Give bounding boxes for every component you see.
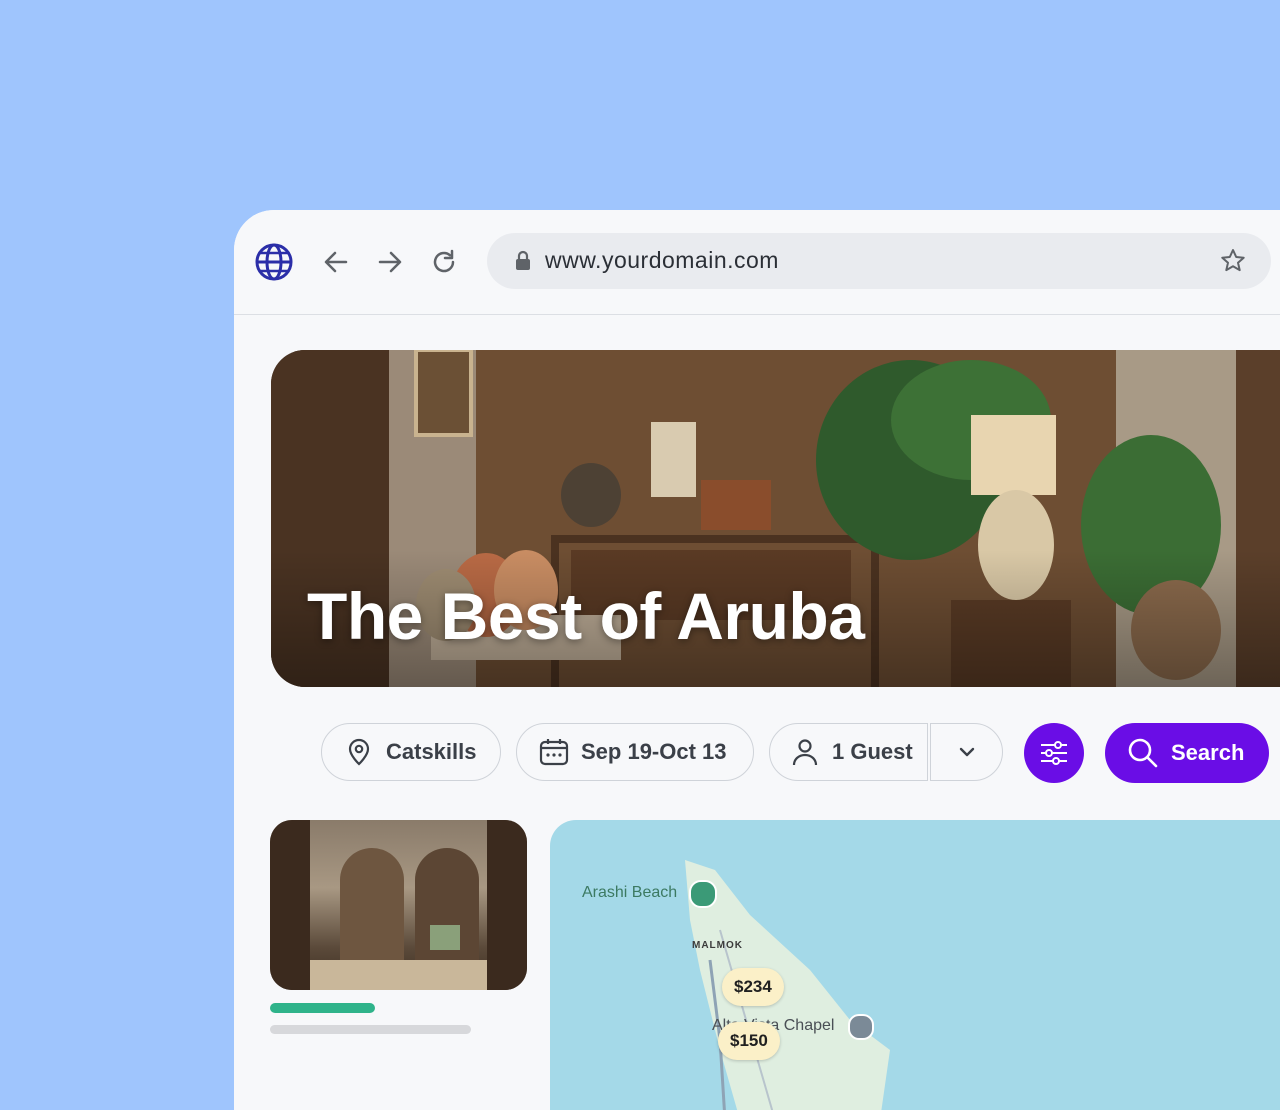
back-arrow-icon[interactable] [316, 242, 356, 282]
star-icon[interactable] [1219, 247, 1247, 275]
map-view[interactable]: Arashi Beach MALMOK Alto Vista Chapel $2… [550, 820, 1280, 1110]
lock-icon [511, 249, 535, 273]
listing-image[interactable] [270, 820, 527, 990]
person-icon [788, 735, 822, 769]
rating-bar [270, 1003, 375, 1013]
map-label-beach: Arashi Beach [582, 884, 678, 901]
reload-icon[interactable] [424, 242, 464, 282]
search-label: Search [1171, 740, 1245, 765]
hero-banner: The Best of Aruba [271, 350, 1280, 687]
url-text[interactable]: www.yourdomain.com [545, 247, 779, 274]
calendar-icon [537, 735, 571, 769]
search-button[interactable]: Search [1105, 723, 1269, 783]
price-marker[interactable]: $150 [718, 1022, 780, 1060]
search-icon [1127, 737, 1159, 769]
map-pin-icon [342, 735, 376, 769]
location-filter[interactable]: Catskills [321, 723, 501, 781]
sliders-icon [1038, 737, 1070, 769]
location-value: Catskills [386, 739, 477, 764]
map-label-district: MALMOK [692, 940, 743, 951]
date-filter[interactable]: Sep 19-Oct 13 [516, 723, 754, 781]
chapel-pin-icon[interactable] [848, 1014, 874, 1040]
address-bar[interactable]: www.yourdomain.com [487, 233, 1271, 289]
price-marker[interactable]: $234 [722, 968, 784, 1006]
hero-title: The Best of Aruba [307, 579, 865, 653]
date-value: Sep 19-Oct 13 [581, 739, 727, 764]
chevron-down-icon [956, 741, 978, 763]
browser-toolbar: www.yourdomain.com [234, 210, 1280, 315]
guest-value: 1 Guest [832, 739, 913, 764]
beach-pin-icon[interactable] [689, 880, 717, 908]
forward-arrow-icon[interactable] [370, 242, 410, 282]
placeholder-text-bar [270, 1025, 471, 1034]
browser-window: www.yourdomain.com The Best of Aruba Cat… [234, 210, 1280, 1110]
filter-button[interactable] [1024, 723, 1084, 783]
guest-filter[interactable]: 1 Guest [769, 723, 928, 781]
globe-icon[interactable] [254, 242, 294, 282]
guest-dropdown-button[interactable] [930, 723, 1003, 781]
map-land [685, 860, 890, 1110]
